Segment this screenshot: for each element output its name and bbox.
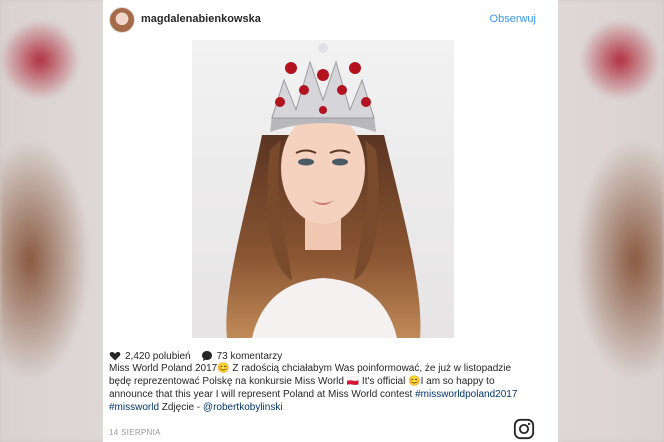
post-date: 14 SIERPNIA — [109, 428, 161, 437]
likes-count[interactable]: 2,420 polubień — [125, 351, 191, 362]
avatar[interactable] — [109, 7, 135, 33]
instagram-icon — [513, 418, 535, 440]
mention-link[interactable]: @robertkobylinski — [203, 402, 283, 413]
heart-icon[interactable] — [109, 350, 121, 362]
post-caption: Miss World Poland 2017😊 Z radością chcia… — [109, 362, 524, 414]
caption-text: Zdjęcie - — [159, 402, 203, 413]
comment-bubble-icon[interactable] — [201, 350, 213, 362]
post-photo[interactable] — [192, 40, 454, 338]
hashtag-link[interactable]: #missworld — [109, 402, 159, 413]
portrait-image — [192, 40, 454, 338]
comments-count[interactable]: 73 komentarzy — [217, 351, 283, 362]
instagram-post-card: magdalenabienkowska Obserwuj 2,420 polub… — [103, 0, 558, 442]
hashtag-link[interactable]: #missworldpoland2017 — [415, 389, 517, 400]
follow-button[interactable]: Obserwuj — [490, 13, 536, 25]
username[interactable]: magdalenabienkowska — [141, 13, 261, 25]
post-header: magdalenabienkowska Obserwuj — [103, 0, 558, 40]
